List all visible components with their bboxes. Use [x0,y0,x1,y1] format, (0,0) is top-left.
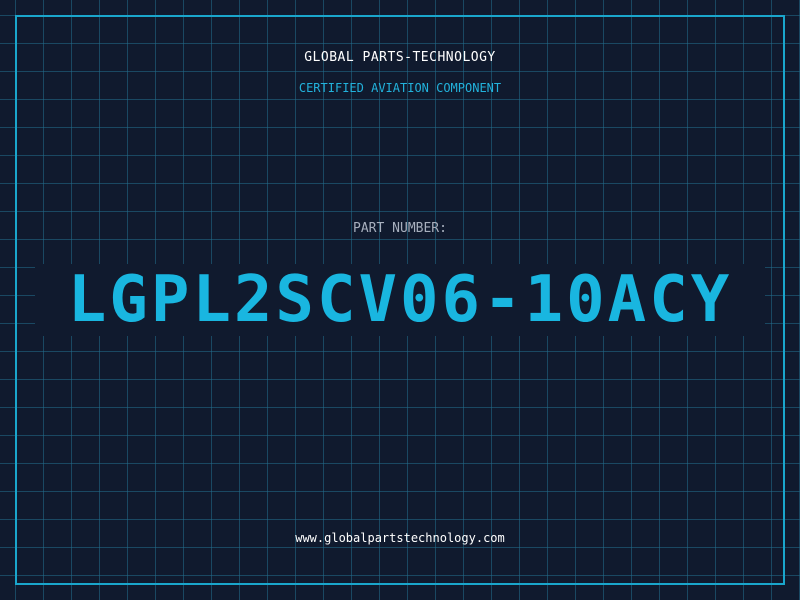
website-url: www.globalpartstechnology.com [295,531,505,545]
certificate-card: GLOBAL PARTS-TECHNOLOGY CERTIFIED AVIATI… [0,0,800,600]
part-number: LGPL2SCV06-10ACY [67,263,733,337]
company-name: GLOBAL PARTS-TECHNOLOGY [304,50,496,65]
part-number-label: PART NUMBER: [353,221,447,236]
certification-subtitle: CERTIFIED AVIATION COMPONENT [298,81,502,95]
